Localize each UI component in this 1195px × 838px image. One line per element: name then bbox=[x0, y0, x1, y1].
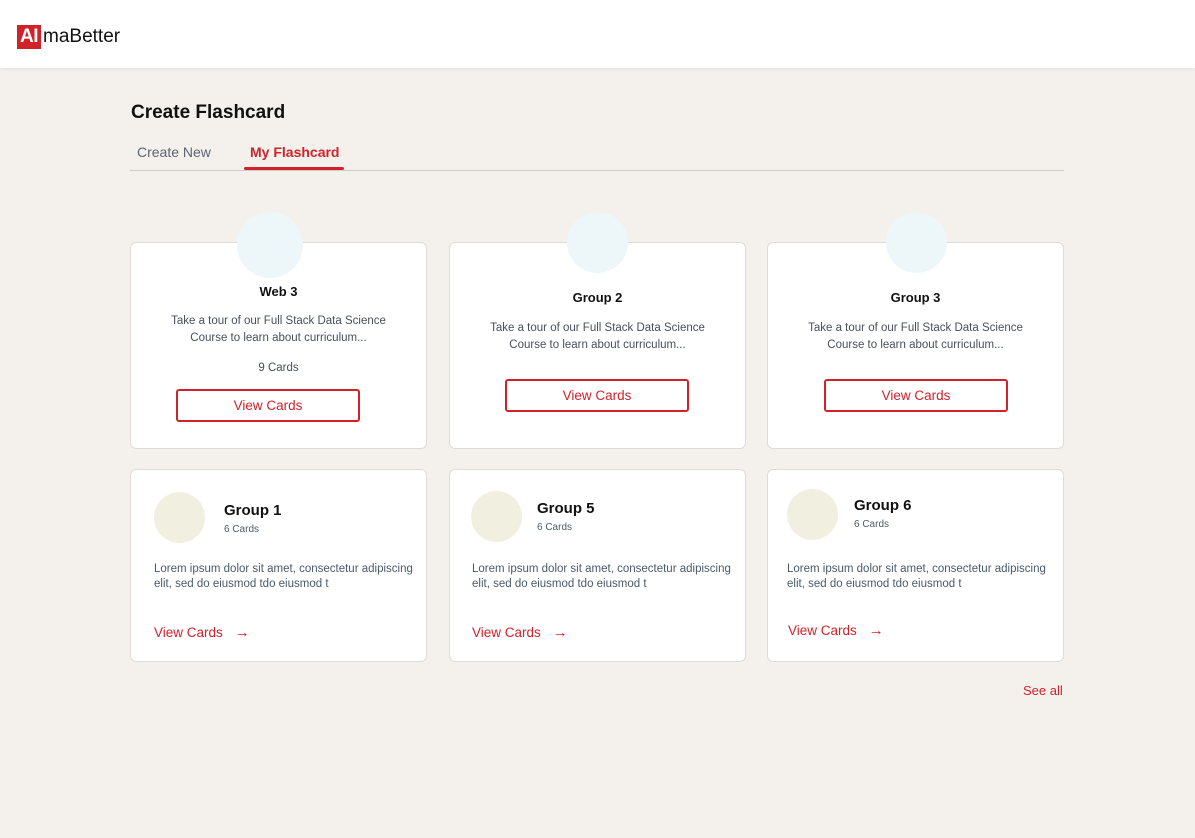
group-description: Lorem ipsum dolor sit amet, consectetur … bbox=[787, 563, 1046, 590]
group-title: Group 6 bbox=[854, 497, 912, 514]
group-title: Group 5 bbox=[537, 500, 595, 517]
card-avatar bbox=[567, 212, 628, 273]
almabetter-logo[interactable]: AI maBetter bbox=[17, 25, 120, 49]
group-count: 6 Cards bbox=[537, 522, 573, 533]
view-cards-link[interactable]: View Cards → bbox=[154, 624, 250, 641]
group-avatar bbox=[787, 489, 838, 540]
view-cards-link[interactable]: View Cards → bbox=[472, 624, 568, 641]
card-avatar bbox=[886, 212, 947, 273]
group-card: Group 1 6 Cards Lorem ipsum dolor sit am… bbox=[130, 469, 427, 662]
card-title: Group 2 bbox=[572, 290, 623, 305]
logo-mark: AI bbox=[17, 25, 41, 49]
group-avatar bbox=[471, 491, 522, 542]
card-avatar bbox=[237, 212, 303, 278]
view-cards-button[interactable]: View Cards bbox=[824, 379, 1008, 412]
view-cards-button[interactable]: View Cards bbox=[505, 379, 689, 412]
flashcard-set-card: Group 3 Take a tour of our Full Stack Da… bbox=[767, 242, 1064, 449]
card-title: Web 3 bbox=[259, 284, 298, 299]
logo-text: maBetter bbox=[43, 26, 121, 47]
active-tab-indicator bbox=[244, 167, 344, 170]
tab-my-flashcard[interactable]: My Flashcard bbox=[250, 144, 339, 160]
see-all-link[interactable]: See all bbox=[1023, 683, 1063, 698]
card-description: Take a tour of our Full Stack Data Scien… bbox=[490, 322, 705, 351]
arrow-right-icon: → bbox=[868, 622, 884, 639]
view-cards-label: View Cards bbox=[788, 623, 857, 638]
view-cards-label: View Cards bbox=[472, 625, 541, 640]
group-description: Lorem ipsum dolor sit amet, consectetur … bbox=[472, 563, 731, 590]
card-count: 9 Cards bbox=[258, 362, 299, 374]
group-card: Group 6 6 Cards Lorem ipsum dolor sit am… bbox=[767, 469, 1064, 662]
view-cards-label: View Cards bbox=[154, 625, 223, 640]
tab-create-new[interactable]: Create New bbox=[137, 144, 211, 160]
top-bar: AI maBetter bbox=[0, 0, 1195, 68]
card-title: Group 3 bbox=[890, 290, 941, 305]
view-cards-button[interactable]: View Cards bbox=[176, 389, 360, 422]
group-title: Group 1 bbox=[224, 502, 282, 519]
group-description: Lorem ipsum dolor sit amet, consectetur … bbox=[154, 563, 413, 590]
card-description: Take a tour of our Full Stack Data Scien… bbox=[808, 322, 1023, 351]
group-avatar bbox=[154, 492, 205, 543]
tab-bar: Create New My Flashcard bbox=[130, 140, 1064, 171]
view-cards-link[interactable]: View Cards → bbox=[788, 622, 884, 639]
flashcard-set-card: Group 2 Take a tour of our Full Stack Da… bbox=[449, 242, 746, 449]
arrow-right-icon: → bbox=[234, 624, 250, 641]
page-title: Create Flashcard bbox=[131, 102, 286, 123]
group-count: 6 Cards bbox=[224, 524, 260, 535]
card-description: Take a tour of our Full Stack Data Scien… bbox=[171, 315, 386, 344]
arrow-right-icon: → bbox=[552, 624, 568, 641]
group-card: Group 5 6 Cards Lorem ipsum dolor sit am… bbox=[449, 469, 746, 662]
group-count: 6 Cards bbox=[854, 519, 890, 530]
